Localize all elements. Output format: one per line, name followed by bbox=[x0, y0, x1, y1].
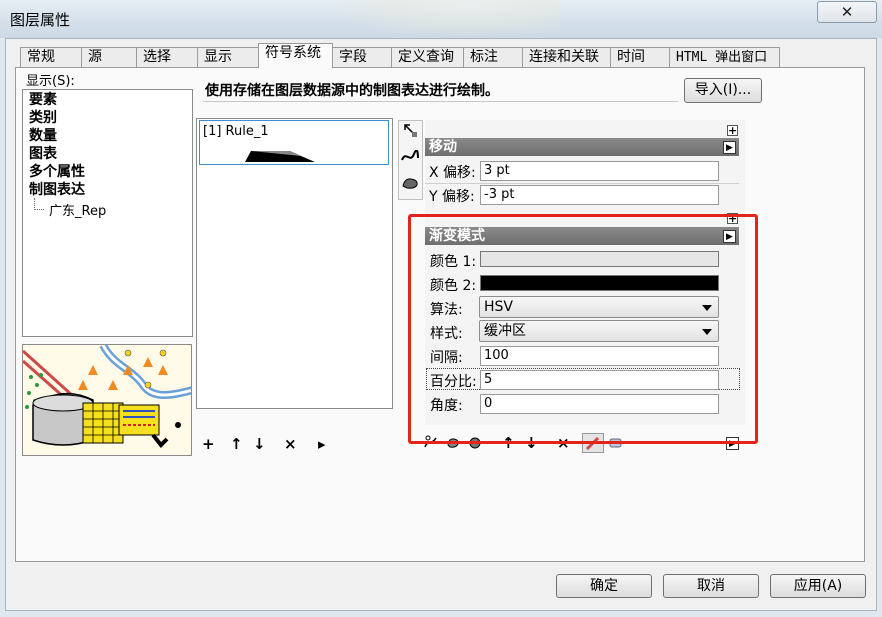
show-item-features[interactable]: 要素 bbox=[29, 92, 57, 108]
description-divider bbox=[203, 101, 678, 102]
geometric-effect-icon[interactable] bbox=[399, 123, 421, 145]
show-item-quantities[interactable]: 数量 bbox=[29, 128, 57, 144]
add-rule-icon[interactable]: + bbox=[202, 436, 215, 452]
move-panel-menu-icon[interactable]: ▶ bbox=[723, 141, 736, 154]
tab-general[interactable]: 常规 bbox=[20, 47, 82, 67]
move-up-icon[interactable]: ↑ bbox=[230, 436, 243, 452]
cancel-button[interactable]: 取消 bbox=[663, 574, 759, 598]
tab-html-popup[interactable]: HTML 弹出窗口 bbox=[669, 47, 780, 67]
title-bar bbox=[0, 0, 882, 38]
description-text: 使用存储在图层数据源中的制图表达进行绘制。 bbox=[205, 83, 499, 99]
fill-layer-icon[interactable] bbox=[399, 175, 421, 197]
tab-symbology[interactable]: 符号系统 bbox=[258, 43, 333, 68]
expand-icon[interactable]: + bbox=[727, 125, 738, 136]
highlight-box bbox=[408, 214, 758, 444]
show-item-multiple-attributes[interactable]: 多个属性 bbox=[29, 164, 85, 180]
window-title: 图层属性 bbox=[10, 11, 71, 29]
apply-button[interactable]: 应用(A) bbox=[770, 574, 866, 598]
x-offset-label: X 偏移: bbox=[429, 165, 476, 181]
show-list[interactable]: 要素 类别 数量 图表 多个属性 制图表达 广东_Rep bbox=[22, 89, 193, 337]
move-down-icon[interactable]: ↓ bbox=[253, 436, 266, 452]
tab-fields[interactable]: 字段 bbox=[332, 47, 392, 67]
show-item-categories[interactable]: 类别 bbox=[29, 110, 57, 126]
ok-button[interactable]: 确定 bbox=[556, 574, 652, 598]
y-offset-field[interactable]: -3 pt bbox=[480, 185, 719, 205]
tab-labels[interactable]: 标注 bbox=[463, 47, 523, 67]
tab-selection[interactable]: 选择 bbox=[136, 47, 198, 67]
show-label: 显示(S): bbox=[26, 74, 75, 89]
more-icon[interactable]: ▸ bbox=[318, 436, 326, 452]
import-button[interactable]: 导入(I)... bbox=[684, 78, 762, 103]
row-divider bbox=[425, 183, 739, 184]
stroke-layer-icon[interactable] bbox=[399, 149, 421, 171]
tab-source[interactable]: 源 bbox=[81, 47, 137, 67]
tab-display[interactable]: 显示 bbox=[197, 47, 259, 67]
symbology-preview-image bbox=[22, 344, 192, 456]
y-offset-label: Y 偏移: bbox=[429, 189, 475, 205]
x-offset-field[interactable]: 3 pt bbox=[480, 161, 719, 181]
tab-definition-query[interactable]: 定义查询 bbox=[391, 47, 464, 67]
show-item-charts[interactable]: 图表 bbox=[29, 146, 57, 162]
move-panel-header: 移动 bbox=[425, 138, 739, 156]
show-item-representations[interactable]: 制图表达 bbox=[29, 182, 85, 198]
rule-symbol-preview bbox=[245, 146, 317, 162]
rule-label: [1] Rule_1 bbox=[203, 124, 269, 139]
remove-rule-icon[interactable]: × bbox=[284, 436, 297, 452]
tab-joins-relates[interactable]: 连接和关联 bbox=[522, 47, 611, 67]
show-item-guangdong-rep[interactable]: 广东_Rep bbox=[49, 200, 106, 219]
tab-time[interactable]: 时间 bbox=[610, 47, 670, 67]
close-button[interactable]: ✕ bbox=[817, 1, 877, 23]
tree-connector bbox=[34, 198, 44, 210]
